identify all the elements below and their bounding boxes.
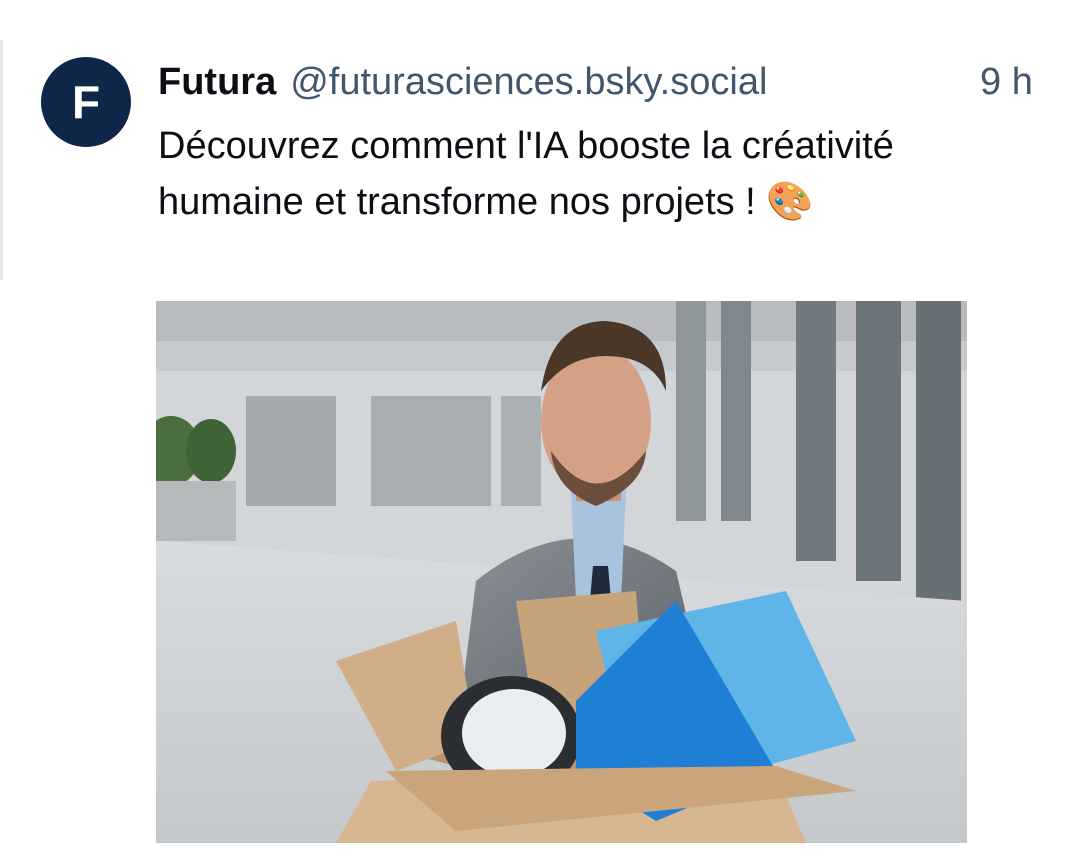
author-handle[interactable]: @futurasciences.bsky.social (290, 61, 767, 103)
post-text: Découvrez comment l'IA booste la créativ… (158, 125, 894, 223)
post-header: Futura @futurasciences.bsky.social 9 h (158, 57, 1058, 107)
author-avatar[interactable]: F (41, 57, 131, 147)
author-name[interactable]: Futura (158, 61, 276, 103)
post-image-illustration (156, 301, 967, 843)
post-image[interactable] (156, 301, 967, 843)
avatar-logo-letter: F (71, 76, 101, 128)
thread-rail (0, 40, 3, 280)
post-timestamp[interactable]: 9 h (980, 57, 1033, 107)
